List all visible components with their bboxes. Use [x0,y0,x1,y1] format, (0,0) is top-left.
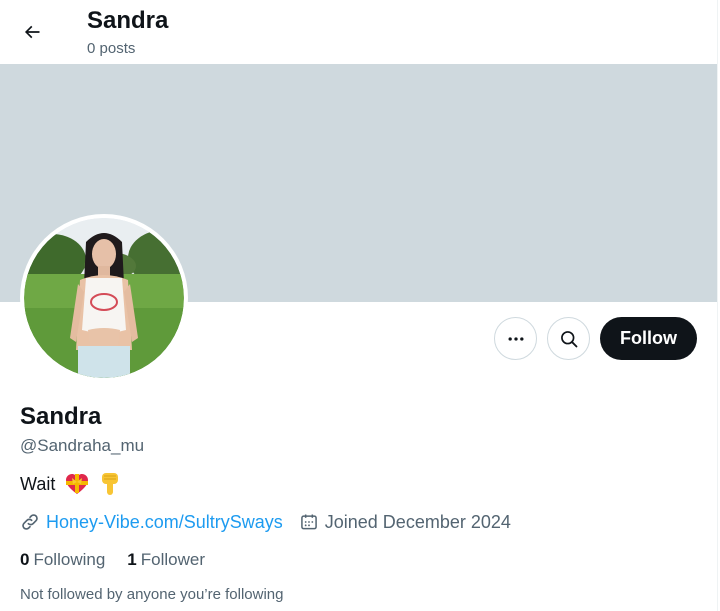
more-icon [508,336,523,341]
link-icon [22,514,38,530]
arrow-left-icon [24,25,40,39]
following-count-link[interactable]: 0 Following [20,549,105,571]
follow-button[interactable]: Follow [600,317,697,360]
more-button[interactable] [494,317,537,360]
join-date-text: Joined December 2024 [324,512,511,532]
website-text[interactable]: Honey-Vibe.com/SultrySways [46,510,283,534]
followers-count-link[interactable]: 1 Follower [127,549,205,571]
user-handle: @Sandraha_mu [20,436,145,455]
heart-with-ribbon-emoji [66,474,89,494]
search-button[interactable] [547,317,590,360]
profile-meta: Honey-Vibe.com/SultrySways Joined Decemb… [20,510,511,534]
following-label: Following [33,550,106,569]
avatar[interactable] [20,214,188,382]
back-button[interactable] [14,14,50,50]
bio-text: Wait [20,474,56,494]
mutual-followers-note: Not followed by anyone you’re following [20,586,284,603]
calendar-icon [300,514,317,530]
followers-count: 1 [127,550,137,569]
header-title: Sandra [87,7,169,34]
avatar-photo [24,218,184,378]
follow-counts: 0 Following 1 Follower [20,549,205,571]
following-count: 0 [20,550,30,569]
column-border [717,0,718,611]
website-link[interactable]: Honey-Vibe.com/SultrySways [20,510,283,534]
search-icon [560,330,577,347]
display-name: Sandra [20,403,102,430]
profile-header: Sandra 0 posts [0,0,720,64]
followers-label: Follower [140,550,205,569]
bio: Wait [20,472,121,496]
post-count: 0 posts [87,40,136,57]
backhand-index-pointing-down-emoji [102,473,119,495]
join-date: Joined December 2024 [299,510,511,534]
